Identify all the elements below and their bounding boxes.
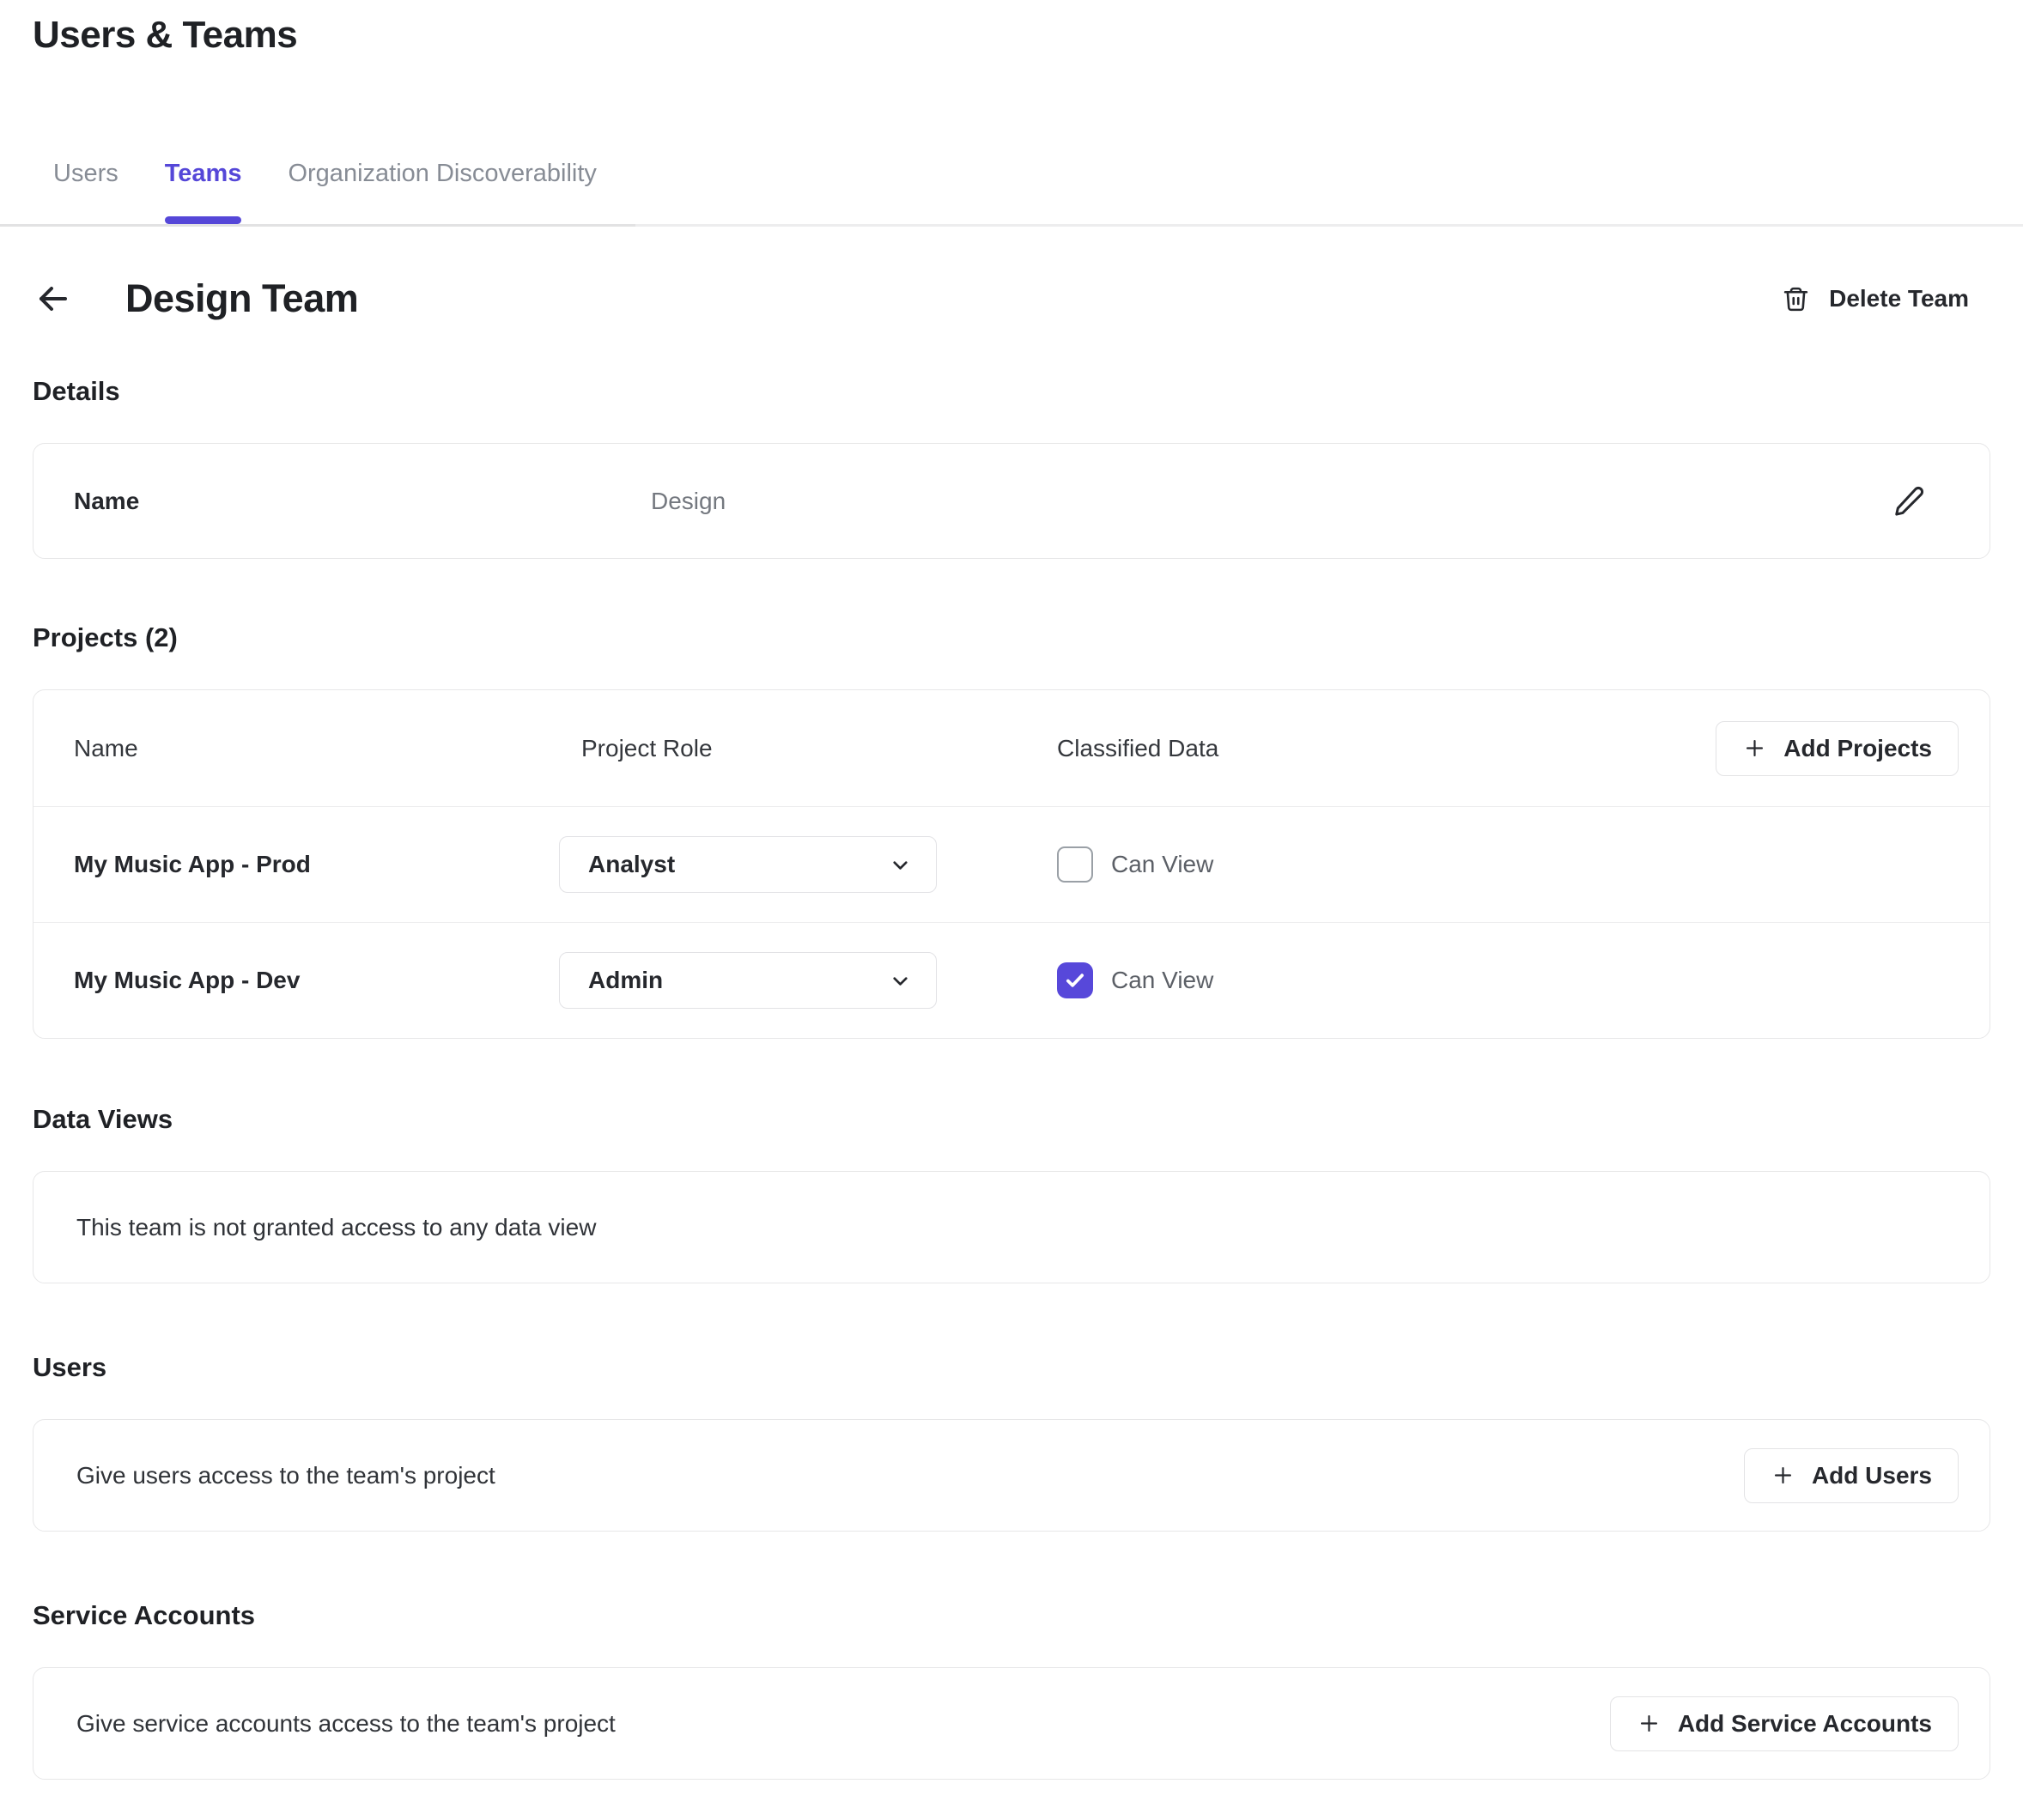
name-value: Design — [651, 488, 726, 515]
tab-teams[interactable]: Teams — [165, 160, 242, 224]
delete-team-label: Delete Team — [1829, 285, 1969, 312]
data-views-heading: Data Views — [33, 1104, 1990, 1135]
can-view-label: Can View — [1111, 851, 1213, 878]
add-service-accounts-button[interactable]: Add Service Accounts — [1610, 1696, 1959, 1751]
table-row: My Music App - Prod Analyst Can View — [33, 806, 1990, 922]
add-users-button[interactable]: Add Users — [1744, 1448, 1959, 1503]
trash-icon — [1782, 285, 1810, 313]
tab-users[interactable]: Users — [53, 160, 118, 224]
can-view-checkbox[interactable] — [1057, 846, 1093, 883]
page-title: Users & Teams — [33, 14, 1990, 57]
chevron-down-icon — [889, 969, 912, 992]
plus-icon — [1742, 736, 1767, 761]
tab-divider — [0, 224, 2023, 227]
plus-icon — [1771, 1463, 1795, 1488]
edit-name-button[interactable] — [1890, 482, 1928, 520]
data-views-card: This team is not granted access to any d… — [33, 1171, 1990, 1283]
users-empty-text: Give users access to the team's project — [76, 1462, 495, 1489]
column-header-project-role: Project Role — [559, 735, 1057, 762]
project-role-select[interactable]: Analyst — [559, 836, 937, 893]
chevron-down-icon — [889, 853, 912, 877]
add-projects-button[interactable]: Add Projects — [1716, 721, 1959, 776]
users-card: Give users access to the team's project … — [33, 1419, 1990, 1532]
delete-team-button[interactable]: Delete Team — [1782, 285, 1969, 313]
column-header-name: Name — [74, 735, 559, 762]
tab-bar: Users Teams Organization Discoverability — [53, 160, 1990, 224]
project-name: My Music App - Prod — [74, 851, 559, 878]
projects-heading: Projects (2) — [33, 622, 1990, 653]
can-view-checkbox[interactable] — [1057, 962, 1093, 998]
check-icon — [1063, 968, 1087, 992]
service-accounts-heading: Service Accounts — [33, 1600, 1990, 1631]
details-heading: Details — [33, 376, 1990, 407]
data-views-empty-text: This team is not granted access to any d… — [76, 1214, 596, 1241]
team-title: Design Team — [125, 276, 358, 321]
project-role-select[interactable]: Admin — [559, 952, 937, 1009]
back-button[interactable] — [33, 278, 74, 319]
details-card: Name Design — [33, 443, 1990, 559]
projects-card: Name Project Role Classified Data Add Pr… — [33, 689, 1990, 1039]
can-view-label: Can View — [1111, 967, 1213, 994]
name-label: Name — [74, 488, 651, 515]
pencil-icon — [1892, 485, 1925, 518]
service-accounts-card: Give service accounts access to the team… — [33, 1667, 1990, 1780]
tab-organization-discoverability[interactable]: Organization Discoverability — [288, 160, 596, 224]
project-name: My Music App - Dev — [74, 967, 559, 994]
service-accounts-empty-text: Give service accounts access to the team… — [76, 1710, 616, 1738]
table-row: My Music App - Dev Admin Can View — [33, 922, 1990, 1038]
back-arrow-icon — [33, 278, 74, 319]
plus-icon — [1637, 1711, 1662, 1736]
column-header-classified-data: Classified Data — [1057, 735, 1716, 762]
users-heading: Users — [33, 1352, 1990, 1383]
projects-header-row: Name Project Role Classified Data Add Pr… — [33, 690, 1990, 806]
